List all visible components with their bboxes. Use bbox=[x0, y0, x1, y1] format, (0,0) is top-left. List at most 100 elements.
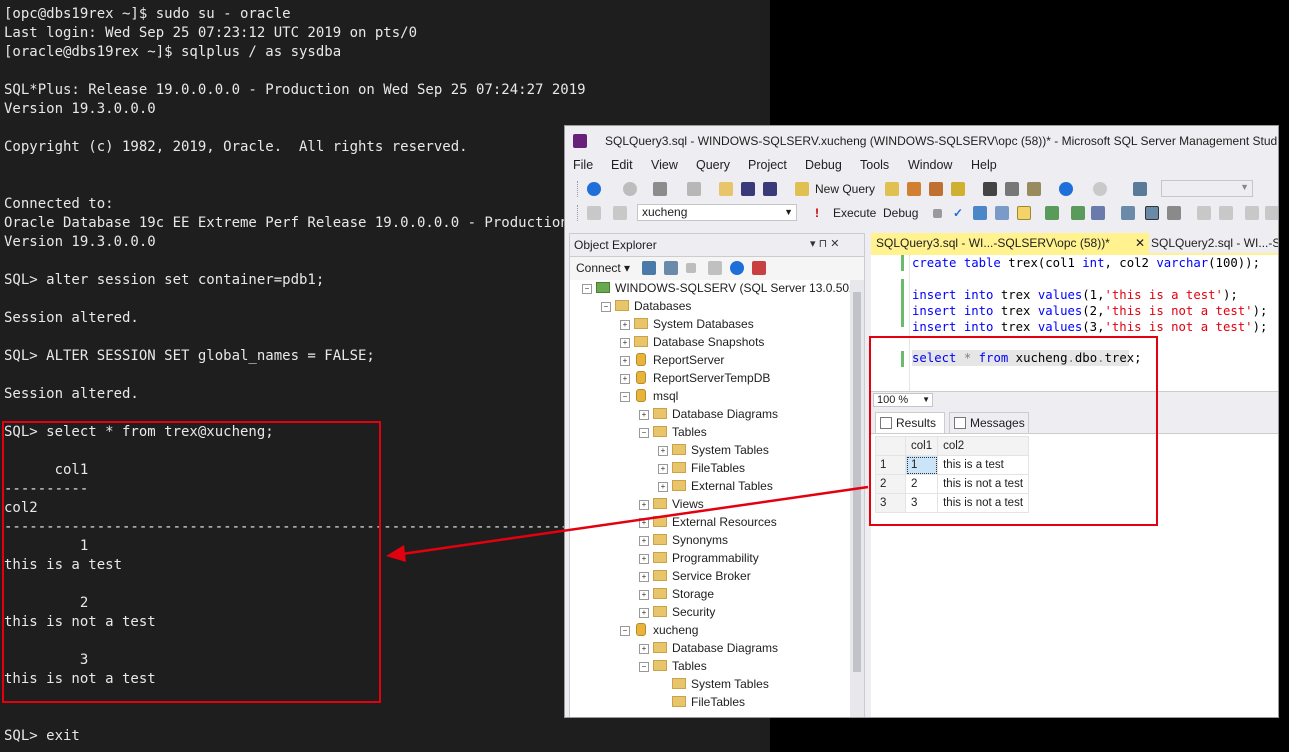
estimated-plan-icon[interactable] bbox=[973, 206, 987, 220]
tree-node-label: Databases bbox=[634, 299, 692, 313]
execute-button[interactable]: Execute bbox=[833, 206, 876, 220]
code-line-insert-1[interactable]: insert into trex values(1,'this is a tes… bbox=[912, 287, 1238, 303]
collapse-icon[interactable]: − bbox=[582, 284, 592, 294]
connect-explorer-icon[interactable] bbox=[642, 261, 656, 275]
expand-icon[interactable]: + bbox=[639, 536, 649, 546]
folder-icon bbox=[653, 516, 667, 527]
forward-icon[interactable] bbox=[623, 182, 637, 196]
expand-icon[interactable]: + bbox=[639, 590, 649, 600]
expand-icon[interactable]: + bbox=[639, 500, 649, 510]
stop-icon[interactable] bbox=[686, 263, 696, 273]
new-file-icon[interactable] bbox=[687, 182, 701, 196]
menu-item-debug[interactable]: Debug bbox=[805, 158, 842, 172]
menu-item-project[interactable]: Project bbox=[748, 158, 787, 172]
tab-sqlquery3[interactable]: SQLQuery3.sql - WI...-SQLSERV\opc (58))*… bbox=[871, 233, 1149, 253]
redo-icon[interactable] bbox=[1093, 182, 1107, 196]
new-query-button[interactable]: New Query bbox=[815, 182, 875, 196]
expand-icon[interactable]: + bbox=[658, 446, 668, 456]
collapse-icon[interactable]: − bbox=[639, 428, 649, 438]
parse-checkmark-icon[interactable]: ✓ bbox=[953, 206, 963, 220]
activity-monitor-icon[interactable] bbox=[752, 261, 766, 275]
cut-icon[interactable] bbox=[983, 182, 997, 196]
change-connection-icon[interactable] bbox=[613, 206, 627, 220]
scrollbar-thumb[interactable] bbox=[853, 292, 861, 672]
mdx-query-icon[interactable] bbox=[907, 182, 921, 196]
back-icon[interactable] bbox=[587, 182, 601, 196]
results-to-grid-icon[interactable] bbox=[1145, 206, 1159, 220]
comment-icon[interactable] bbox=[1197, 206, 1211, 220]
save-icon[interactable] bbox=[741, 182, 755, 196]
dmx-query-icon[interactable] bbox=[929, 182, 943, 196]
new-query-icon[interactable] bbox=[795, 182, 809, 196]
query-designer-icon[interactable] bbox=[995, 206, 1009, 220]
expand-icon[interactable]: + bbox=[639, 608, 649, 618]
code-line-insert-2[interactable]: insert into trex values(2,'this is not a… bbox=[912, 303, 1267, 319]
menu-item-view[interactable]: View bbox=[651, 158, 678, 172]
folder-icon bbox=[672, 696, 686, 707]
tab-label: SQLQuery3.sql - WI...-SQLSERV\opc (58))* bbox=[876, 236, 1110, 250]
expand-icon[interactable]: + bbox=[620, 320, 630, 330]
xmla-query-icon[interactable] bbox=[951, 182, 965, 196]
intellisense-icon[interactable] bbox=[1017, 206, 1031, 220]
uncomment-icon[interactable] bbox=[1219, 206, 1233, 220]
expand-icon[interactable]: + bbox=[639, 644, 649, 654]
folder-icon bbox=[615, 300, 629, 311]
activity-monitor-icon[interactable] bbox=[1133, 182, 1147, 196]
expand-icon[interactable]: + bbox=[639, 410, 649, 420]
results-to-text-icon[interactable] bbox=[1121, 206, 1135, 220]
collapse-icon[interactable]: − bbox=[620, 626, 630, 636]
tab-sqlquery2[interactable]: SQLQuery2.sql - WI...-SQLSERV\opc (57)) bbox=[1146, 233, 1278, 253]
collapse-icon[interactable]: − bbox=[620, 392, 630, 402]
collapse-icon[interactable]: − bbox=[639, 662, 649, 672]
close-icon[interactable]: ✕ bbox=[1135, 233, 1145, 253]
terminal-line: Connected to: bbox=[4, 196, 114, 212]
client-stats-icon[interactable] bbox=[1091, 206, 1105, 220]
debug-button[interactable]: Debug bbox=[883, 206, 918, 220]
new-project-icon[interactable] bbox=[653, 182, 667, 196]
paste-icon[interactable] bbox=[1027, 182, 1041, 196]
disconnect-icon[interactable] bbox=[664, 261, 678, 275]
copy-icon[interactable] bbox=[1005, 182, 1019, 196]
live-stats-icon[interactable] bbox=[1071, 206, 1085, 220]
toolbar-grip[interactable] bbox=[577, 181, 581, 197]
connect-icon[interactable] bbox=[587, 206, 601, 220]
menu-item-tools[interactable]: Tools bbox=[860, 158, 889, 172]
tree-node-label: FileTables bbox=[691, 695, 746, 709]
filter-icon[interactable] bbox=[708, 261, 722, 275]
object-explorer-tree[interactable]: − WINDOWS-SQLSERV (SQL Server 13.0.5026.0… bbox=[570, 280, 850, 717]
expand-icon[interactable]: + bbox=[639, 518, 649, 528]
expand-icon[interactable]: + bbox=[620, 374, 630, 384]
database-engine-query-icon[interactable] bbox=[885, 182, 899, 196]
results-to-file-icon[interactable] bbox=[1167, 206, 1181, 220]
save-all-icon[interactable] bbox=[763, 182, 777, 196]
increase-indent-icon[interactable] bbox=[1265, 206, 1278, 220]
menu-item-window[interactable]: Window bbox=[908, 158, 952, 172]
menu-item-edit[interactable]: Edit bbox=[611, 158, 633, 172]
code-line-insert-3[interactable]: insert into trex values(3,'this is not a… bbox=[912, 319, 1267, 335]
panel-options-icons[interactable]: ▾ ⊓ ✕ bbox=[810, 237, 839, 250]
include-plan-icon[interactable] bbox=[1045, 206, 1059, 220]
menu-item-help[interactable]: Help bbox=[971, 158, 997, 172]
database-icon bbox=[636, 389, 646, 402]
expand-icon[interactable]: + bbox=[658, 464, 668, 474]
code-line-create[interactable]: create table trex(col1 int, col2 varchar… bbox=[912, 255, 1260, 271]
menu-item-query[interactable]: Query bbox=[696, 158, 730, 172]
expand-icon[interactable]: + bbox=[639, 554, 649, 564]
menu-item-file[interactable]: File bbox=[573, 158, 593, 172]
connect-dropdown[interactable]: Connect ▾ bbox=[576, 261, 630, 275]
expand-icon[interactable]: + bbox=[639, 572, 649, 582]
decrease-indent-icon[interactable] bbox=[1245, 206, 1259, 220]
open-folder-icon[interactable] bbox=[719, 182, 733, 196]
refresh-icon[interactable] bbox=[730, 261, 744, 275]
solution-config-dropdown[interactable]: ▼ bbox=[1161, 180, 1253, 197]
expand-icon[interactable]: + bbox=[658, 482, 668, 492]
undo-icon[interactable] bbox=[1059, 182, 1073, 196]
expand-icon[interactable]: + bbox=[620, 356, 630, 366]
available-databases-select[interactable]: xucheng ▼ bbox=[637, 204, 797, 221]
expand-icon[interactable]: + bbox=[620, 338, 630, 348]
stop-icon[interactable] bbox=[933, 209, 942, 218]
toolbar-grip[interactable] bbox=[577, 205, 581, 221]
object-explorer-scrollbar[interactable] bbox=[850, 280, 864, 717]
execute-icon[interactable]: ! bbox=[815, 206, 819, 220]
collapse-icon[interactable]: − bbox=[601, 302, 611, 312]
